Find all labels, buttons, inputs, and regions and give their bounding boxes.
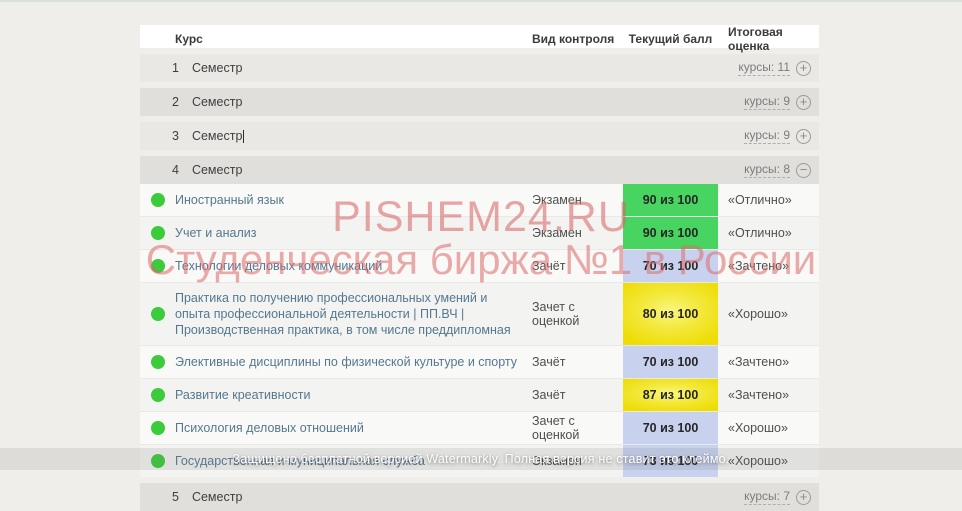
final-grade: «Хорошо» [718, 454, 819, 468]
expand-icon[interactable]: + [796, 95, 811, 110]
top-border-line [0, 0, 962, 2]
semester-toggle[interactable]: курсы: 8− [744, 162, 811, 178]
control-type: Экзамен [532, 193, 623, 207]
completion-status-dot [151, 421, 165, 435]
courses-count-link[interactable]: курсы: 9 [744, 94, 790, 110]
score-badge: 87 из 100 [623, 379, 718, 411]
semester-toggle[interactable]: курсы: 9 + [744, 128, 811, 144]
column-header-grade: Итоговая оценка [718, 25, 819, 53]
final-grade: «Зачтено» [718, 259, 819, 273]
grades-table: Курс Вид контроля Текущий балл Итоговая … [140, 25, 819, 511]
expand-icon[interactable]: + [796, 490, 811, 505]
completion-status-dot [151, 355, 165, 369]
expand-icon[interactable]: + [796, 61, 811, 76]
course-name-link[interactable]: Учет и анализ [175, 218, 532, 248]
semester-row[interactable]: 4 Семестр курсы: 8− [140, 156, 819, 184]
final-grade: «Зачтено» [718, 355, 819, 369]
column-header-control: Вид контроля [532, 32, 623, 46]
completion-status-dot [151, 307, 165, 321]
collapse-icon[interactable]: − [796, 163, 811, 178]
semester-label: Семестр [192, 95, 242, 109]
course-name-link[interactable]: Развитие креативности [175, 380, 532, 410]
score-badge: 70 из 100 [623, 412, 718, 444]
score-badge: 70 из 100 [623, 346, 718, 378]
table-row: Иностранный языкЭкзамен90 из 100«Отлично… [140, 184, 819, 216]
table-row: Технологии деловых коммуникацийЗачёт70 и… [140, 249, 819, 282]
control-type: Экзамен [532, 454, 623, 468]
semester-number: 4 [172, 163, 179, 177]
semester-number: 3 [172, 129, 179, 143]
score-badge: 90 из 100 [623, 217, 718, 249]
table-row: Государственная и муниципальная службаЭк… [140, 444, 819, 477]
table-row: Психология деловых отношенийЗачет с оцен… [140, 411, 819, 444]
course-name-link[interactable]: Элективные дисциплины по физической куль… [175, 347, 532, 377]
semester-row[interactable]: 1 Семестр курсы: 11 + [140, 54, 819, 82]
status-dot-cell [140, 307, 175, 321]
semester-label: Семестр [192, 163, 242, 177]
table-row: Элективные дисциплины по физической куль… [140, 345, 819, 378]
table-row: Развитие креативностиЗачёт87 из 100«Зачт… [140, 378, 819, 411]
semester-toggle[interactable]: курсы: 7 + [744, 489, 811, 505]
control-type: Зачет с оценкой [532, 300, 623, 328]
courses-count-link[interactable]: курсы: 7 [744, 489, 790, 505]
course-name-link[interactable]: Государственная и муниципальная служба [175, 446, 532, 476]
course-name-link[interactable]: Психология деловых отношений [175, 413, 532, 443]
semester-rows-bottom: 5 Семестр курсы: 7 + [140, 483, 819, 511]
semester-number: 1 [172, 61, 179, 75]
semester-rows-top: 1 Семестр курсы: 11 +2 Семестр курсы: 9 +3 Семе… [140, 54, 819, 184]
control-type: Зачёт [532, 355, 623, 369]
courses-count-link[interactable]: курсы: 9 [744, 128, 790, 144]
completion-status-dot [151, 226, 165, 240]
score-badge: 73 из 100 [623, 445, 718, 477]
completion-status-dot [151, 454, 165, 468]
final-grade: «Отлично» [718, 226, 819, 240]
course-rows: Иностранный языкЭкзамен90 из 100«Отлично… [140, 184, 819, 477]
semester-toggle[interactable]: курсы: 11 + [738, 60, 811, 76]
completion-status-dot [151, 259, 165, 273]
semester-label: Семестр [192, 490, 242, 504]
status-dot-cell [140, 355, 175, 369]
score-badge: 90 из 100 [623, 184, 718, 216]
text-cursor [243, 130, 244, 143]
control-type: Зачёт [532, 259, 623, 273]
courses-count-link[interactable]: курсы: 8 [744, 162, 790, 178]
column-header-score: Текущий балл [623, 32, 718, 46]
course-name-link[interactable]: Практика по получению профессиональных у… [175, 283, 532, 345]
control-type: Зачет с оценкой [532, 414, 623, 442]
semester-row[interactable]: 3 Семестр курсы: 9 + [140, 122, 819, 150]
course-name-link[interactable]: Иностранный язык [175, 185, 532, 215]
final-grade: «Хорошо» [718, 421, 819, 435]
semester-row[interactable]: 5 Семестр курсы: 7 + [140, 483, 819, 511]
table-row: Учет и анализЭкзамен90 из 100«Отлично» [140, 216, 819, 249]
expand-icon[interactable]: + [796, 129, 811, 144]
semester-row[interactable]: 2 Семестр курсы: 9 + [140, 88, 819, 116]
table-header-row: Курс Вид контроля Текущий балл Итоговая … [140, 25, 819, 48]
column-header-course: Курс [175, 32, 532, 46]
status-dot-cell [140, 259, 175, 273]
status-dot-cell [140, 388, 175, 402]
final-grade: «Отлично» [718, 193, 819, 207]
semester-number: 5 [172, 490, 179, 504]
final-grade: «Хорошо» [718, 307, 819, 321]
control-type: Зачёт [532, 388, 623, 402]
semester-number: 2 [172, 95, 179, 109]
semester-toggle[interactable]: курсы: 9 + [744, 94, 811, 110]
semester-label: Семестр [192, 129, 242, 143]
final-grade: «Зачтено» [718, 388, 819, 402]
score-badge: 80 из 100 [623, 283, 718, 345]
status-dot-cell [140, 454, 175, 468]
completion-status-dot [151, 193, 165, 207]
control-type: Экзамен [532, 226, 623, 240]
table-row: Практика по получению профессиональных у… [140, 282, 819, 345]
score-badge: 70 из 100 [623, 250, 718, 282]
completion-status-dot [151, 388, 165, 402]
course-name-link[interactable]: Технологии деловых коммуникаций [175, 251, 532, 281]
status-dot-cell [140, 193, 175, 207]
status-dot-cell [140, 421, 175, 435]
courses-count-link[interactable]: курсы: 11 [738, 60, 790, 76]
status-dot-cell [140, 226, 175, 240]
semester-label: Семестр [192, 61, 242, 75]
